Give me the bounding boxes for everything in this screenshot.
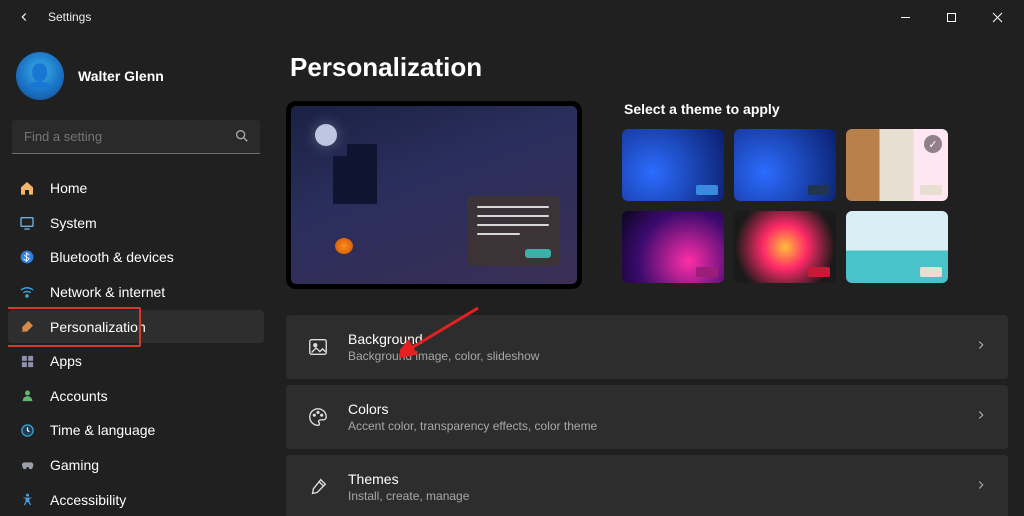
clock-icon	[18, 421, 36, 439]
search-field[interactable]	[12, 120, 260, 154]
sidebar-item-label: Accessibility	[50, 492, 126, 508]
setting-row-themes[interactable]: Themes Install, create, manage	[286, 455, 1008, 516]
sidebar-nav: Home System Bluetooth & devices Network …	[8, 172, 264, 516]
sidebar-item-time-language[interactable]: Time & language	[8, 414, 264, 447]
gamepad-icon	[18, 456, 36, 474]
apps-icon	[18, 352, 36, 370]
chevron-right-icon	[974, 338, 988, 357]
themes-grid: ✓	[622, 129, 1008, 283]
sidebar-item-accessibility[interactable]: Accessibility	[8, 483, 264, 516]
sidebar-item-gaming[interactable]: Gaming	[8, 449, 264, 482]
sidebar-item-home[interactable]: Home	[8, 172, 264, 205]
sidebar: 👤 Walter Glenn Home System Bluetooth & d…	[0, 34, 272, 516]
sidebar-item-personalization[interactable]: Personalization	[8, 310, 264, 343]
sidebar-item-label: Apps	[50, 353, 82, 369]
settings-list: Background Background image, color, slide…	[286, 315, 1008, 516]
accessibility-icon	[18, 491, 36, 509]
back-button[interactable]	[10, 3, 38, 31]
desktop-preview[interactable]	[286, 101, 582, 289]
close-button[interactable]	[974, 0, 1020, 34]
search-input[interactable]	[12, 120, 260, 154]
sidebar-item-bluetooth[interactable]: Bluetooth & devices	[8, 241, 264, 274]
check-icon: ✓	[924, 135, 942, 153]
person-icon	[18, 387, 36, 405]
sidebar-item-system[interactable]: System	[8, 207, 264, 240]
theme-option-1[interactable]	[622, 129, 724, 201]
image-icon	[306, 335, 330, 359]
theme-option-6[interactable]	[846, 211, 948, 283]
sidebar-item-apps[interactable]: Apps	[8, 345, 264, 378]
wifi-icon	[18, 283, 36, 301]
themes-brush-icon	[306, 475, 330, 499]
themes-title: Select a theme to apply	[624, 101, 1008, 117]
sidebar-item-label: Gaming	[50, 457, 99, 473]
theme-option-3[interactable]: ✓	[846, 129, 948, 201]
avatar: 👤	[16, 52, 64, 100]
setting-title: Colors	[348, 401, 597, 417]
main-content: Personalization Select a theme to apply …	[272, 34, 1024, 516]
sidebar-item-label: Network & internet	[50, 284, 165, 300]
sidebar-item-label: Home	[50, 180, 87, 196]
user-name: Walter Glenn	[78, 68, 164, 84]
sidebar-item-label: Accounts	[50, 388, 108, 404]
sidebar-item-label: Personalization	[50, 319, 146, 335]
setting-desc: Install, create, manage	[348, 489, 469, 503]
chevron-right-icon	[974, 408, 988, 427]
sidebar-item-label: Bluetooth & devices	[50, 249, 174, 265]
minimize-button[interactable]	[882, 0, 928, 34]
system-icon	[18, 214, 36, 232]
title-bar: Settings	[0, 0, 1024, 34]
setting-row-background[interactable]: Background Background image, color, slide…	[286, 315, 1008, 379]
theme-option-4[interactable]	[622, 211, 724, 283]
setting-desc: Accent color, transparency effects, colo…	[348, 419, 597, 433]
setting-title: Themes	[348, 471, 469, 487]
search-icon	[234, 128, 250, 149]
theme-option-5[interactable]	[734, 211, 836, 283]
window-controls	[882, 0, 1020, 34]
bluetooth-icon	[18, 248, 36, 266]
setting-row-colors[interactable]: Colors Accent color, transparency effects…	[286, 385, 1008, 449]
sidebar-item-accounts[interactable]: Accounts	[8, 380, 264, 413]
theme-option-2[interactable]	[734, 129, 836, 201]
page-title: Personalization	[290, 52, 1008, 83]
sidebar-item-network[interactable]: Network & internet	[8, 276, 264, 309]
setting-desc: Background image, color, slideshow	[348, 349, 539, 363]
sidebar-item-label: Time & language	[50, 422, 155, 438]
maximize-button[interactable]	[928, 0, 974, 34]
chevron-right-icon	[974, 478, 988, 497]
hero-section: Select a theme to apply ✓	[286, 101, 1008, 289]
themes-area: Select a theme to apply ✓	[622, 101, 1008, 283]
window-title: Settings	[48, 10, 91, 24]
brush-icon	[18, 318, 36, 336]
user-profile[interactable]: 👤 Walter Glenn	[8, 42, 264, 120]
sidebar-item-label: System	[50, 215, 97, 231]
setting-title: Background	[348, 331, 539, 347]
palette-icon	[306, 405, 330, 429]
home-icon	[18, 179, 36, 197]
